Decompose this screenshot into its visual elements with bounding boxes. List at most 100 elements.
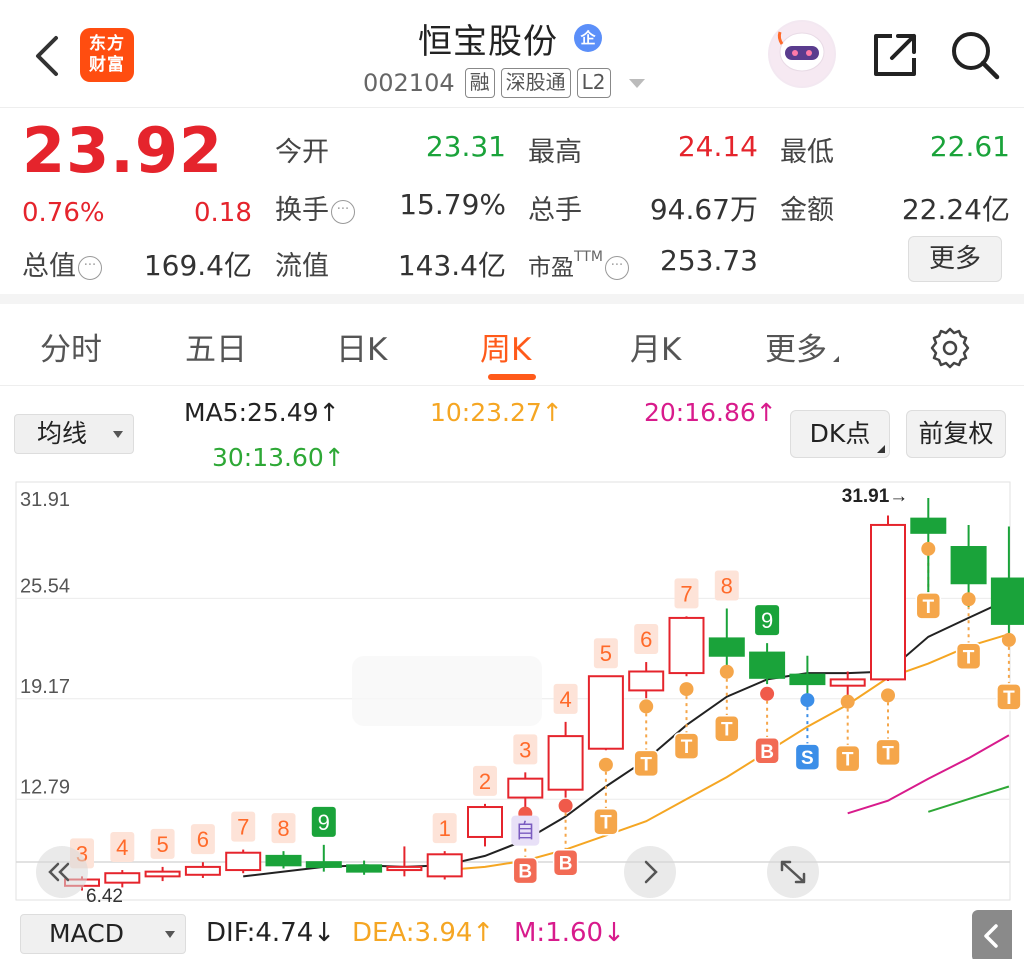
marker-dot	[881, 688, 895, 703]
corner-caret-icon	[877, 445, 885, 453]
y-tick-label: 31.91	[20, 489, 70, 511]
open-label: 今开	[275, 137, 329, 168]
marker-label: B	[518, 862, 532, 883]
marker-dot	[639, 699, 654, 714]
logo-text: 东方	[89, 34, 125, 54]
candle-body	[507, 777, 544, 799]
mktcap-label: 总值 ···	[22, 244, 102, 283]
margin-tag: 融	[464, 68, 495, 98]
tab-intraday[interactable]: 分时	[40, 324, 102, 369]
macd-selector[interactable]: MACD	[20, 914, 186, 954]
count-label: 4	[559, 687, 571, 712]
marker-dot	[921, 541, 936, 556]
last-price: 23.92	[22, 114, 224, 187]
pe-value: 253.73	[660, 244, 758, 277]
count-label: 9	[318, 810, 330, 835]
y-tick-label: 12.79	[20, 776, 70, 798]
count-label: 2	[479, 769, 491, 794]
candle-body	[708, 637, 745, 657]
y-axis-labels: 31.91 25.54 19.17 12.79	[20, 489, 70, 798]
forward-adjust-button[interactable]: 前复权	[906, 410, 1006, 458]
tab-five-day[interactable]: 五日	[185, 324, 247, 369]
info-icon[interactable]: ···	[331, 200, 355, 224]
more-quote-button[interactable]: 更多	[908, 236, 1002, 282]
dropdown-caret-icon	[165, 931, 175, 938]
tab-more[interactable]: 更多	[765, 324, 839, 369]
share-icon[interactable]	[868, 28, 922, 82]
chevron-down-icon[interactable]	[628, 78, 645, 88]
change-percent: 0.76%	[22, 198, 105, 228]
logo-text: 财富	[89, 55, 125, 75]
candle-body	[547, 735, 584, 791]
watermark	[352, 656, 542, 726]
stock-name: 恒宝股份	[418, 22, 558, 62]
tab-monthly-k[interactable]: 月K	[630, 324, 681, 369]
connect-tag: 深股通	[500, 68, 571, 98]
candle-body	[346, 864, 383, 873]
marker-extra: 自	[515, 819, 535, 843]
count-label: 8	[721, 573, 733, 598]
back-arrow-icon[interactable]	[28, 30, 68, 82]
watermark-logo	[352, 656, 542, 726]
marker-label: T	[963, 647, 975, 668]
low-label: 最低	[780, 137, 834, 168]
count-label: 7	[237, 815, 249, 840]
collapse-panel-icon[interactable]	[972, 910, 1012, 959]
marker-dot	[1001, 632, 1016, 647]
enterprise-badge: 企	[574, 24, 602, 52]
high-label: 最高	[528, 137, 582, 168]
pe-label-text: 市盈	[528, 255, 574, 281]
dropdown-caret-icon	[113, 431, 123, 438]
ma-line-20	[847, 734, 1010, 815]
change-amount: 0.18	[194, 198, 252, 228]
candle-body	[144, 870, 181, 878]
macd-dea: DEA:3.94↑	[352, 918, 495, 948]
candle-body	[628, 670, 665, 692]
search-icon[interactable]	[948, 28, 1002, 82]
candle-body	[467, 806, 503, 838]
dk-point-button[interactable]: DK点	[790, 410, 890, 458]
marker-dot	[558, 798, 573, 813]
info-icon[interactable]: ···	[78, 256, 102, 280]
tab-weekly-k[interactable]: 周K	[480, 324, 531, 369]
candle-body	[305, 861, 342, 868]
mktcap-label-text: 总值	[22, 251, 76, 282]
marker-label: S	[801, 748, 814, 769]
candle-body	[386, 865, 423, 872]
ma10-legend: 10:23.27↑	[430, 398, 563, 427]
info-icon[interactable]: ···	[604, 256, 629, 280]
candle-body	[870, 523, 906, 681]
candle-body	[749, 651, 786, 679]
turnover-value: 15.79%	[399, 188, 506, 221]
marker-label: T	[1003, 688, 1015, 709]
ma-selector[interactable]: 均线	[14, 414, 134, 454]
candle-body	[668, 616, 705, 675]
stock-code-row[interactable]: 002104 融 深股通 L2	[363, 68, 645, 98]
count-label: 9	[761, 608, 773, 633]
marker-dot	[719, 664, 734, 679]
count-label: 6	[197, 827, 209, 852]
high-value: 24.14	[677, 130, 758, 163]
header: 东方 财富 恒宝股份 企 002104 融 深股通 L2	[0, 0, 1024, 108]
assistant-robot-icon[interactable]	[768, 20, 836, 88]
count-label: 5	[600, 641, 612, 666]
gear-icon[interactable]	[928, 326, 972, 370]
macd-m: M:1.60↓	[514, 918, 625, 948]
pe-label: 市盈TTM···	[528, 248, 629, 282]
tab-more-label: 更多	[765, 332, 827, 368]
candle-body	[587, 675, 624, 750]
candle-body	[225, 851, 262, 872]
macd-bar: MACD DIF:4.74↓ DEA:3.94↑ M:1.60↓	[0, 906, 1024, 959]
marker-label: T	[640, 754, 652, 775]
marker-dot	[800, 693, 815, 708]
quote-panel: 23.92 0.76% 0.18 今开 23.31 最高 24.14 最低 22…	[0, 108, 1024, 304]
turnover-label-text: 换手	[275, 195, 329, 226]
stock-code: 002104	[363, 69, 455, 97]
tab-daily-k[interactable]: 日K	[336, 324, 387, 369]
ma30-legend: 30:13.60↑	[212, 443, 345, 472]
amount-label: 金额	[780, 195, 834, 226]
marker-label: T	[721, 720, 733, 741]
kline-chart[interactable]: 31.9125.5419.1712.79 B自BTTTTB S T TTTT 3456…	[0, 470, 1024, 906]
app-logo[interactable]: 东方 财富	[80, 28, 134, 82]
count-label: 5	[156, 832, 168, 857]
